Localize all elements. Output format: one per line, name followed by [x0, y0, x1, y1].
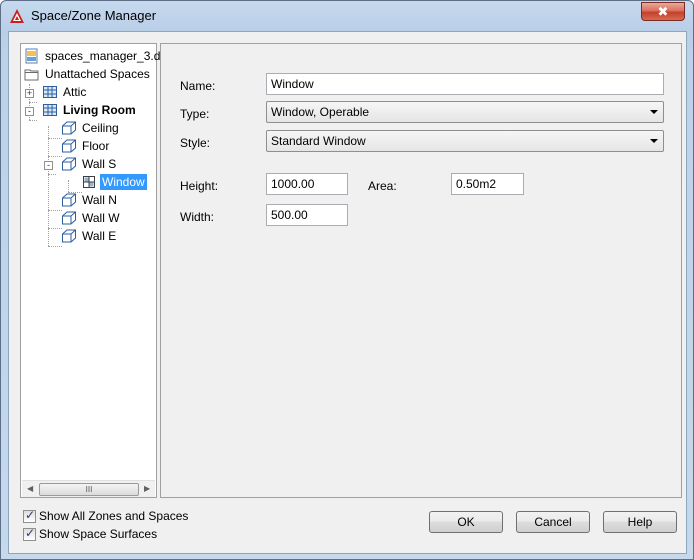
type-select[interactable]: Window, Operable — [266, 101, 664, 123]
area-field[interactable]: 0.50m2 — [451, 173, 524, 195]
style-label: Style: — [180, 136, 211, 150]
tree-item-label: Window — [100, 174, 147, 190]
type-select-value: Window, Operable — [271, 105, 370, 119]
tree-item-wall-n[interactable]: Wall N — [61, 191, 119, 209]
surface-icon — [62, 139, 76, 153]
style-select[interactable]: Standard Window — [266, 130, 664, 152]
help-button[interactable]: Help — [603, 511, 677, 533]
show-all-zones-label: Show All Zones and Spaces — [39, 509, 189, 523]
surface-icon — [62, 229, 76, 243]
show-space-surfaces-checkbox[interactable]: ✓ Show Space Surfaces — [23, 525, 158, 541]
tree-item-living-room[interactable]: Living Room — [42, 101, 138, 119]
properties-panel: Name: Window Type: Window, Operable Styl… — [160, 43, 682, 498]
tree-line — [48, 228, 62, 229]
tree-item-label: Wall S — [82, 157, 117, 171]
style-select-value: Standard Window — [271, 134, 366, 148]
tree-line — [48, 174, 56, 175]
tree-item-drawing[interactable]: spaces_manager_3.d — [24, 47, 162, 65]
tree-item-window[interactable]: Window — [81, 173, 147, 191]
tree-view[interactable]: spaces_manager_3.d Unattached Spaces + A… — [20, 43, 160, 498]
window-title: Space/Zone Manager — [31, 8, 157, 23]
checkbox-box[interactable]: ✓ — [23, 507, 36, 523]
scroll-right-icon[interactable]: ▶ — [144, 484, 150, 493]
space-icon — [43, 86, 57, 98]
tree-line — [48, 138, 62, 139]
width-label: Width: — [180, 210, 215, 224]
tree-item-label: spaces_manager_3.d — [45, 49, 161, 63]
height-field[interactable]: 1000.00 — [266, 173, 348, 195]
title-bar[interactable]: Space/Zone Manager ✖ — [1, 1, 693, 31]
checkmark-icon: ✓ — [25, 525, 36, 540]
space-icon — [43, 104, 57, 116]
surface-icon — [62, 157, 76, 171]
dialog-client: spaces_manager_3.d Unattached Spaces + A… — [8, 31, 687, 554]
folder-icon — [24, 69, 39, 81]
tree-item-label: Wall W — [82, 211, 120, 225]
tree-item-attic[interactable]: Attic — [42, 83, 88, 101]
cancel-button[interactable]: Cancel — [516, 511, 590, 533]
height-label: Height: — [180, 179, 219, 193]
tree-line — [48, 156, 62, 157]
type-label: Type: — [180, 107, 210, 121]
checkmark-icon: ✓ — [25, 507, 36, 522]
area-label: Area: — [368, 179, 397, 193]
tree-horizontal-scrollbar[interactable]: ◀ III ▶ — [22, 480, 155, 497]
chevron-down-icon — [650, 139, 658, 143]
drawing-file-icon — [25, 48, 38, 64]
tree-item-wall-s[interactable]: Wall S — [61, 155, 118, 173]
tree-item-label: Wall E — [82, 229, 117, 243]
collapse-icon[interactable]: - — [44, 161, 53, 170]
tree-line — [29, 120, 37, 121]
surface-icon — [62, 193, 76, 207]
tree-line — [29, 102, 37, 103]
tree-item-label: Floor — [82, 139, 110, 153]
window-icon — [83, 176, 95, 188]
tree-item-unattached[interactable]: Unattached Spaces — [24, 65, 152, 83]
expand-icon[interactable]: + — [25, 89, 34, 98]
show-space-surfaces-label: Show Space Surfaces — [39, 527, 158, 541]
dialog-window: Space/Zone Manager ✖ spaces_manager_3.d … — [0, 0, 694, 560]
tree-item-label: Unattached Spaces — [45, 67, 150, 81]
scroll-thumb[interactable]: III — [39, 483, 139, 496]
show-all-zones-checkbox[interactable]: ✓ Show All Zones and Spaces — [23, 507, 189, 523]
width-field[interactable]: 500.00 — [266, 204, 348, 226]
ok-button[interactable]: OK — [429, 511, 503, 533]
name-field[interactable]: Window — [266, 73, 664, 95]
tree-line — [48, 210, 62, 211]
tree-line — [48, 246, 62, 247]
close-button[interactable]: ✖ — [641, 2, 685, 21]
surface-icon — [62, 211, 76, 225]
autocad-app-icon — [10, 9, 24, 23]
tree-item-wall-w[interactable]: Wall W — [61, 209, 122, 227]
scroll-left-icon[interactable]: ◀ — [27, 484, 33, 493]
tree-item-label: Attic — [63, 85, 87, 99]
tree-item-label: Wall N — [82, 193, 117, 207]
collapse-icon[interactable]: - — [25, 107, 34, 116]
tree-item-label: Ceiling — [82, 121, 119, 135]
tree-item-wall-e[interactable]: Wall E — [61, 227, 118, 245]
tree-item-ceiling[interactable]: Ceiling — [61, 119, 121, 137]
tree-item-label: Living Room — [63, 103, 136, 117]
chevron-down-icon — [650, 110, 658, 114]
checkbox-box[interactable]: ✓ — [23, 525, 36, 541]
tree-item-floor[interactable]: Floor — [61, 137, 111, 155]
surface-icon — [62, 121, 76, 135]
name-label: Name: — [180, 79, 216, 93]
